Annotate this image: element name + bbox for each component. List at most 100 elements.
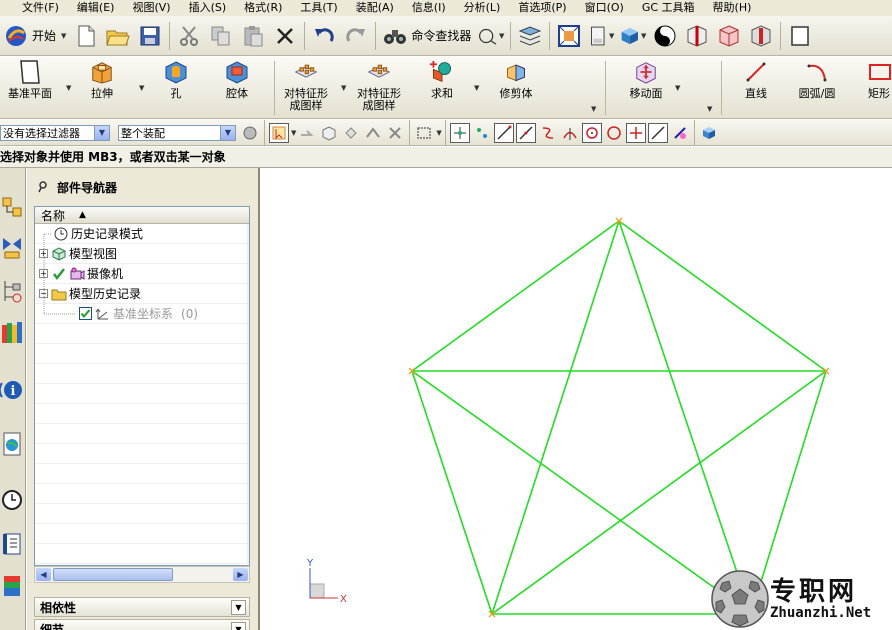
arc-circle-button[interactable]: 圆弧/圆	[791, 59, 843, 100]
hd3d-tools-tab[interactable]: i	[0, 376, 24, 404]
pentagon-edge[interactable]	[411, 220, 620, 372]
datum-plane-button[interactable]: 基准平面	[4, 59, 56, 100]
snap-point-on-curve-button[interactable]	[625, 122, 646, 143]
view-orient-button[interactable]: ▼	[588, 23, 614, 49]
save-button[interactable]	[137, 23, 163, 49]
menu-help[interactable]: 帮助(H)	[704, 0, 761, 16]
process-studio-tab[interactable]	[0, 530, 24, 558]
hole-button[interactable]: 孔	[159, 59, 193, 100]
menu-preferences[interactable]: 首选项(P)	[509, 0, 575, 16]
history-tab[interactable]	[0, 486, 24, 514]
scroll-left-icon[interactable]: ◀	[36, 568, 51, 581]
menu-view[interactable]: 视图(V)	[123, 0, 179, 16]
menu-insert[interactable]: 插入(S)	[180, 0, 236, 16]
trim-body-button[interactable]: 修剪体	[494, 59, 538, 100]
pentagon-edge[interactable]	[411, 370, 493, 615]
chevron-down-icon[interactable]: ▼	[341, 84, 346, 92]
pattern-feature-button[interactable]: 对特征形 成图样	[280, 59, 332, 112]
show-hide-button[interactable]	[699, 123, 719, 143]
pocket-button[interactable]: 腔体	[220, 59, 254, 100]
pentagon-edge[interactable]	[618, 220, 827, 372]
chevron-down-icon[interactable]: ▼	[591, 105, 596, 113]
star-diagonal[interactable]	[618, 220, 752, 615]
snap-endpoint-button[interactable]	[493, 122, 514, 143]
reuse-library-tab[interactable]	[0, 318, 24, 346]
clip-section-button[interactable]	[684, 23, 710, 49]
point-constructor-button[interactable]	[670, 123, 690, 143]
redo-button[interactable]	[343, 23, 369, 49]
rectangle-select-button[interactable]	[414, 123, 434, 143]
fit-view-button[interactable]	[556, 23, 582, 49]
chevron-down-icon[interactable]: ▼	[231, 622, 246, 630]
snap-point-on-face-button[interactable]	[647, 122, 668, 143]
rectangle-button[interactable]: 矩形	[862, 59, 892, 100]
dependencies-panel-header[interactable]: 相依性 ▼	[34, 597, 250, 617]
menu-gc-toolkit[interactable]: GC 工具箱	[633, 0, 704, 16]
menu-information[interactable]: 信息(I)	[403, 0, 455, 16]
selection-scope-select[interactable]: 整个装配 ▼	[118, 124, 236, 141]
assembly-navigator-tab[interactable]	[0, 194, 24, 222]
snap-intersection-button[interactable]	[560, 123, 580, 143]
select-edge-button[interactable]	[363, 123, 383, 143]
move-face-button[interactable]: 移动面	[622, 59, 670, 100]
translucency-button[interactable]	[716, 23, 742, 49]
assembly-filter-button[interactable]	[240, 123, 260, 143]
snap-existing-point-button[interactable]	[449, 122, 470, 143]
render-style-button[interactable]: ▼	[620, 23, 646, 49]
select-face-button[interactable]	[341, 123, 361, 143]
undo-button[interactable]	[311, 23, 337, 49]
extrude-button[interactable]: 拉伸	[82, 59, 122, 100]
arrow-select-button[interactable]	[297, 123, 317, 143]
line-button[interactable]: 直线	[739, 59, 773, 100]
snap-control-point-button[interactable]	[538, 123, 558, 143]
menu-format[interactable]: 格式(R)	[235, 0, 291, 16]
select-body-button[interactable]	[319, 123, 339, 143]
chevron-down-icon[interactable]: ▼	[707, 105, 712, 113]
cut-button[interactable]	[176, 23, 202, 49]
new-file-button[interactable]	[73, 23, 99, 49]
delete-button[interactable]	[272, 23, 298, 49]
pin-icon[interactable]	[37, 181, 49, 193]
select-component-button[interactable]	[385, 123, 405, 143]
menu-tools[interactable]: 工具(T)	[291, 0, 346, 16]
part-navigator-tab[interactable]	[0, 278, 24, 306]
copy-button[interactable]	[208, 23, 234, 49]
start-button[interactable]: 开始 ▼	[0, 24, 70, 48]
star-diagonal[interactable]	[491, 220, 620, 615]
tree-vertical-scrollbar[interactable]	[247, 224, 249, 564]
chevron-down-icon[interactable]: ▼	[139, 84, 144, 92]
web-browser-tab[interactable]	[0, 430, 24, 458]
menu-assemblies[interactable]: 装配(A)	[347, 0, 403, 16]
palette-tab[interactable]	[0, 572, 24, 600]
chevron-down-icon[interactable]: ▼	[675, 84, 680, 92]
menu-edit[interactable]: 编辑(E)	[68, 0, 124, 16]
toolbar-overflow-button[interactable]	[787, 23, 813, 49]
chevron-down-icon[interactable]: ▼	[66, 84, 71, 92]
scroll-thumb[interactable]	[53, 568, 173, 581]
edit-section-button[interactable]	[748, 23, 774, 49]
scroll-right-icon[interactable]: ▶	[233, 568, 248, 581]
snap-line-midpoint-button[interactable]	[515, 122, 536, 143]
paste-button[interactable]	[240, 23, 266, 49]
menu-file[interactable]: 文件(F)	[0, 0, 68, 16]
unite-button[interactable]: 求和	[425, 59, 459, 100]
details-panel-header[interactable]: 细节 ▼	[34, 619, 250, 630]
background-button[interactable]	[652, 23, 678, 49]
snap-quadrant-button[interactable]	[604, 123, 624, 143]
general-selection-button[interactable]	[269, 122, 289, 143]
type-filter-select[interactable]: 没有选择过滤器 ▼	[0, 124, 110, 141]
constraint-navigator-tab[interactable]	[0, 234, 24, 262]
chevron-down-icon[interactable]: ▼	[231, 600, 246, 615]
menu-analysis[interactable]: 分析(L)	[455, 0, 510, 16]
chevron-down-icon[interactable]: ▼	[474, 84, 479, 92]
open-file-button[interactable]	[105, 23, 131, 49]
snap-midpoint-button[interactable]	[472, 123, 492, 143]
command-finder-button[interactable]: 命令查找器	[379, 26, 475, 46]
pattern-face-button[interactable]: 对特征形 成图样	[353, 59, 405, 112]
menu-window[interactable]: 窗口(O)	[576, 0, 633, 16]
snap-arc-center-button[interactable]	[581, 122, 602, 143]
graphics-window[interactable]: X Y	[262, 168, 892, 630]
chevron-down-icon[interactable]: ▼	[436, 129, 441, 137]
chevron-down-icon[interactable]: ▼	[291, 129, 296, 137]
star-diagonal[interactable]	[411, 370, 752, 615]
